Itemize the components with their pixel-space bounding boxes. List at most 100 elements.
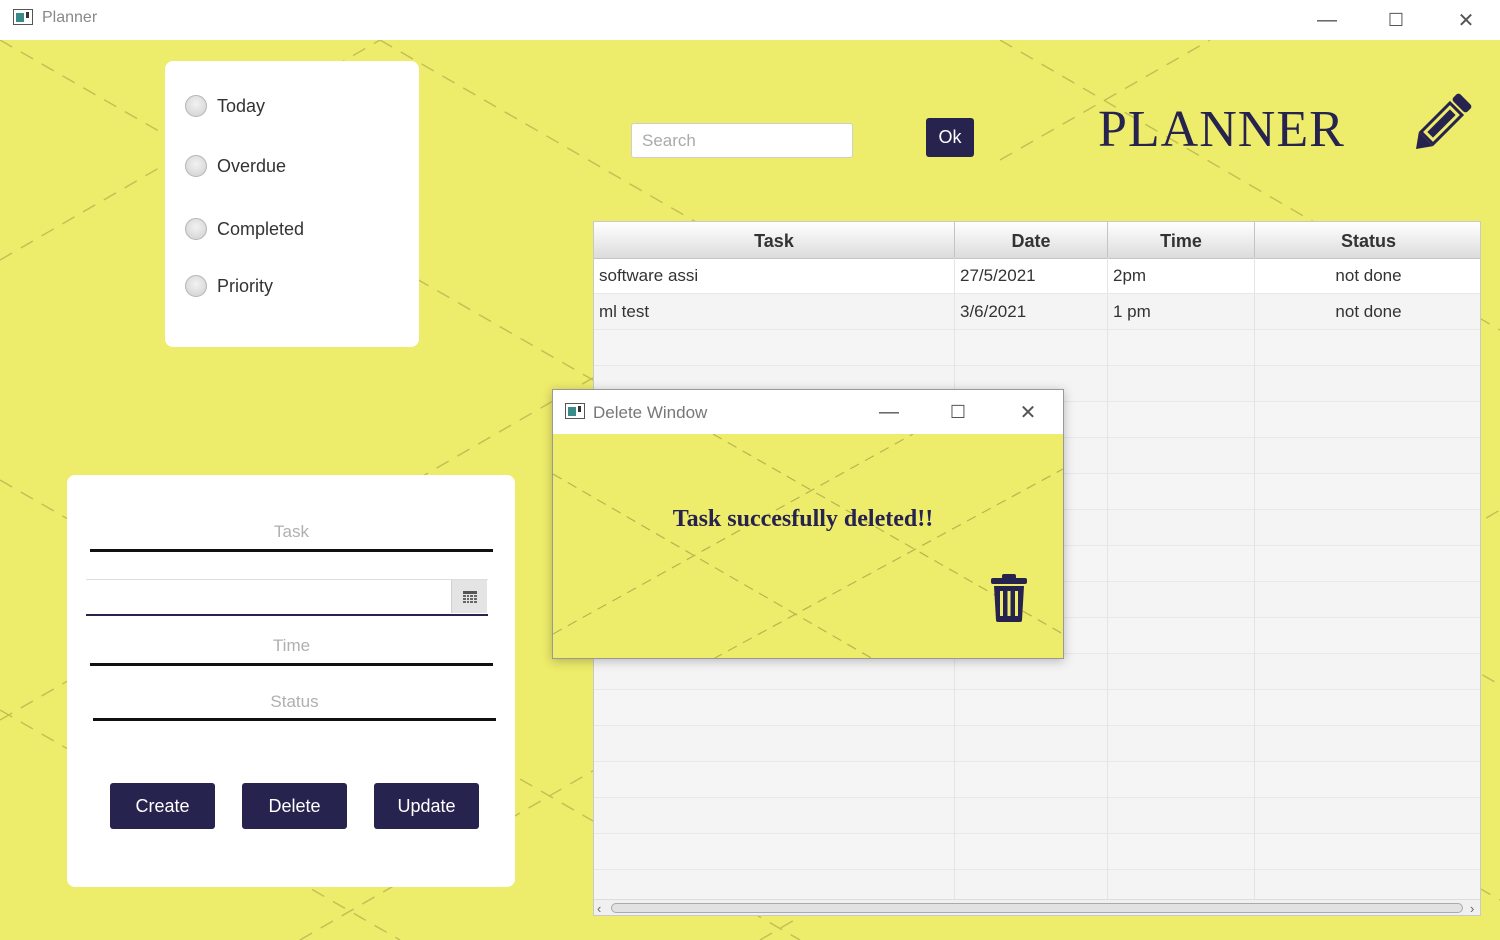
- empty-cell: [1255, 618, 1480, 654]
- task-field-underline: [90, 549, 493, 552]
- cell-task: software assi: [594, 258, 955, 294]
- delete-button[interactable]: Delete: [242, 783, 347, 829]
- filter-card: Today Overdue Completed Priority: [165, 61, 419, 347]
- column-time[interactable]: Time: [1108, 222, 1255, 258]
- search-ok-button[interactable]: Ok: [926, 118, 974, 157]
- radio-today[interactable]: [185, 95, 207, 117]
- empty-cell: [1255, 474, 1480, 510]
- dialog-titlebar: Delete Window — ☐ ✕: [553, 390, 1063, 434]
- search-input[interactable]: [631, 123, 853, 158]
- calendar-icon: [462, 590, 477, 603]
- empty-table-row: [594, 798, 1480, 834]
- empty-cell: [955, 330, 1108, 366]
- filter-today[interactable]: Today: [185, 95, 265, 117]
- filter-completed[interactable]: Completed: [185, 218, 304, 240]
- empty-cell: [955, 726, 1108, 762]
- time-field[interactable]: Time: [90, 636, 493, 656]
- trash-icon[interactable]: [989, 574, 1029, 622]
- empty-table-row: [594, 690, 1480, 726]
- empty-cell: [1255, 834, 1480, 870]
- minimize-button[interactable]: —: [1304, 0, 1350, 40]
- window-titlebar: Planner — ☐ ✕: [0, 0, 1500, 40]
- date-picker[interactable]: [86, 579, 488, 617]
- time-field-underline: [90, 663, 493, 666]
- empty-cell: [594, 330, 955, 366]
- scroll-right-icon[interactable]: ›: [1470, 900, 1474, 915]
- radio-priority[interactable]: [185, 275, 207, 297]
- empty-cell: [1108, 474, 1255, 510]
- empty-cell: [1255, 690, 1480, 726]
- empty-cell: [1255, 366, 1480, 402]
- empty-cell: [1108, 690, 1255, 726]
- empty-cell: [1255, 546, 1480, 582]
- cell-date: 3/6/2021: [955, 294, 1108, 330]
- column-date[interactable]: Date: [955, 222, 1108, 258]
- empty-cell: [1255, 582, 1480, 618]
- filter-overdue[interactable]: Overdue: [185, 155, 286, 177]
- empty-cell: [1108, 618, 1255, 654]
- empty-table-row: [594, 654, 1480, 690]
- filter-priority[interactable]: Priority: [185, 275, 273, 297]
- dialog-close-button[interactable]: ✕: [1005, 390, 1051, 434]
- empty-cell: [955, 798, 1108, 834]
- scrollbar-thumb[interactable]: [611, 903, 1463, 913]
- column-task[interactable]: Task: [594, 222, 955, 258]
- date-input[interactable]: [86, 580, 455, 617]
- pencil-icon[interactable]: [1410, 85, 1480, 155]
- empty-cell: [1255, 654, 1480, 690]
- empty-cell: [1108, 546, 1255, 582]
- empty-cell: [955, 834, 1108, 870]
- empty-cell: [594, 726, 955, 762]
- page-title: PLANNER: [1098, 101, 1345, 158]
- empty-cell: [1108, 438, 1255, 474]
- empty-cell: [955, 762, 1108, 798]
- empty-cell: [1255, 330, 1480, 366]
- window-title: Planner: [42, 9, 98, 26]
- close-button[interactable]: ✕: [1443, 0, 1489, 40]
- empty-cell: [594, 762, 955, 798]
- empty-cell: [1108, 798, 1255, 834]
- empty-cell: [1108, 726, 1255, 762]
- empty-cell: [594, 654, 955, 690]
- filter-completed-label: Completed: [217, 218, 305, 239]
- empty-table-row: [594, 834, 1480, 870]
- empty-cell: [955, 690, 1108, 726]
- radio-completed[interactable]: [185, 218, 207, 240]
- empty-cell: [1255, 510, 1480, 546]
- status-field[interactable]: Status: [93, 692, 496, 712]
- dialog-background-pattern: [553, 434, 1063, 658]
- create-button[interactable]: Create: [110, 783, 215, 829]
- empty-cell: [1255, 798, 1480, 834]
- cell-status: not done: [1335, 302, 1402, 321]
- empty-cell: [594, 834, 955, 870]
- empty-cell: [1108, 510, 1255, 546]
- empty-cell: [1255, 438, 1480, 474]
- empty-cell: [1108, 582, 1255, 618]
- dialog-message: Task succesfully deleted!!: [672, 506, 934, 532]
- calendar-button[interactable]: [451, 580, 487, 613]
- filter-today-label: Today: [217, 95, 266, 116]
- horizontal-scrollbar[interactable]: ‹ ›: [594, 899, 1480, 915]
- empty-cell: [1255, 726, 1480, 762]
- empty-cell: [1108, 402, 1255, 438]
- empty-cell: [594, 690, 955, 726]
- cell-status: not done: [1335, 266, 1402, 285]
- column-status[interactable]: Status: [1255, 222, 1480, 258]
- table-header: Task Date Time Status: [594, 222, 1480, 259]
- radio-overdue[interactable]: [185, 155, 207, 177]
- empty-cell: [594, 798, 955, 834]
- task-field[interactable]: Task: [90, 522, 493, 542]
- status-field-underline: [93, 718, 496, 721]
- empty-table-row: [594, 330, 1480, 366]
- empty-cell: [1255, 762, 1480, 798]
- dialog-title: Delete Window: [593, 403, 708, 422]
- dialog-minimize-button[interactable]: —: [866, 390, 912, 434]
- scroll-left-icon[interactable]: ‹: [597, 900, 601, 915]
- update-button[interactable]: Update: [374, 783, 479, 829]
- empty-cell: [1108, 366, 1255, 402]
- dialog-maximize-button[interactable]: ☐: [935, 390, 981, 434]
- table-row[interactable]: software assi 27/5/2021 2pm not done: [594, 258, 1480, 294]
- maximize-button[interactable]: ☐: [1373, 0, 1419, 40]
- empty-cell: [1255, 402, 1480, 438]
- table-row[interactable]: ml test 3/6/2021 1 pm not done: [594, 294, 1480, 330]
